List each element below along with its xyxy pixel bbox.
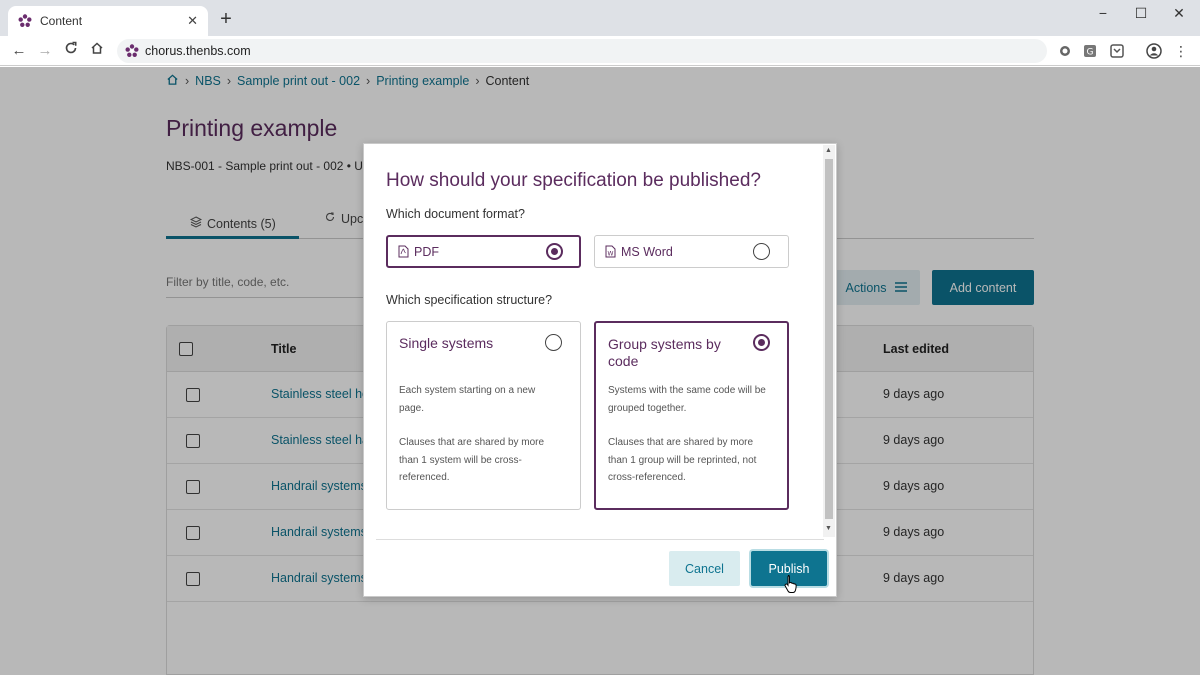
publish-dialog: ▲ ▼ How should your specification be pub…: [363, 143, 837, 597]
forward-arrow-icon[interactable]: →: [34, 40, 56, 62]
scroll-down-icon[interactable]: ▼: [825, 525, 832, 532]
format-label: PDF: [414, 244, 439, 259]
word-file-icon: W: [605, 245, 616, 258]
structure-description: Clauses that are shared by more than 1 s…: [399, 437, 545, 483]
address-bar[interactable]: chorus.thenbs.com: [117, 39, 1047, 63]
extension-g-icon[interactable]: G: [1081, 42, 1099, 60]
new-tab-button[interactable]: +: [216, 8, 236, 32]
browser-tab-bar: Content ✕ + − ☐ ✕: [0, 0, 1200, 36]
single-systems-radio[interactable]: [545, 334, 562, 351]
structure-option-single[interactable]: Single systems Each system starting on a…: [386, 321, 581, 510]
structure-option-group[interactable]: Group systems by code Systems with the s…: [594, 321, 789, 510]
pdf-radio[interactable]: [546, 243, 563, 260]
scroll-up-icon[interactable]: ▲: [825, 147, 832, 154]
browser-tab-title: Content: [40, 14, 83, 28]
structure-question: Which specification structure?: [386, 293, 553, 307]
format-question: Which document format?: [386, 207, 525, 221]
chorus-logo-icon: [18, 14, 32, 28]
structure-description: Clauses that are shared by more than 1 g…: [608, 437, 757, 483]
extension-pocket-icon[interactable]: [1108, 42, 1126, 60]
browser-menu-icon[interactable]: ⋮: [1172, 42, 1190, 60]
word-radio[interactable]: [753, 243, 770, 260]
scrollbar-thumb[interactable]: [825, 159, 833, 519]
dialog-footer-divider: [376, 539, 824, 540]
svg-text:G: G: [1087, 48, 1094, 58]
home-icon[interactable]: [86, 40, 108, 62]
structure-description: Each system starting on a new page.: [399, 385, 536, 414]
group-systems-radio[interactable]: [753, 334, 770, 351]
format-option-pdf[interactable]: PDF: [386, 235, 581, 268]
tab-close-icon[interactable]: ✕: [187, 13, 198, 29]
reload-icon[interactable]: [60, 40, 82, 62]
structure-description: Systems with the same code will be group…: [608, 385, 766, 414]
pdf-file-icon: [398, 245, 409, 258]
profile-avatar-icon[interactable]: [1145, 42, 1163, 60]
cancel-button[interactable]: Cancel: [669, 551, 740, 586]
browser-tab[interactable]: Content ✕: [8, 6, 208, 36]
browser-toolbar: ← → chorus.thenbs.com G ⋮: [0, 36, 1200, 66]
extension-circle-icon[interactable]: [1056, 42, 1074, 60]
structure-name: Group systems by code: [608, 336, 721, 369]
structure-name: Single systems: [399, 335, 494, 351]
hand-pointer-icon: [784, 575, 797, 593]
dialog-scrollbar[interactable]: ▲ ▼: [823, 145, 835, 537]
format-label: MS Word: [621, 244, 673, 259]
window-close-button[interactable]: ✕: [1160, 0, 1198, 28]
svg-text:W: W: [608, 251, 614, 258]
maximize-button[interactable]: ☐: [1122, 0, 1160, 28]
back-arrow-icon[interactable]: ←: [8, 40, 30, 62]
dialog-title: How should your specification be publish…: [386, 170, 761, 191]
url-text: chorus.thenbs.com: [145, 44, 251, 58]
site-logo-icon: [125, 44, 139, 58]
format-option-word[interactable]: W MS Word: [594, 235, 789, 268]
minimize-button[interactable]: −: [1084, 0, 1122, 28]
